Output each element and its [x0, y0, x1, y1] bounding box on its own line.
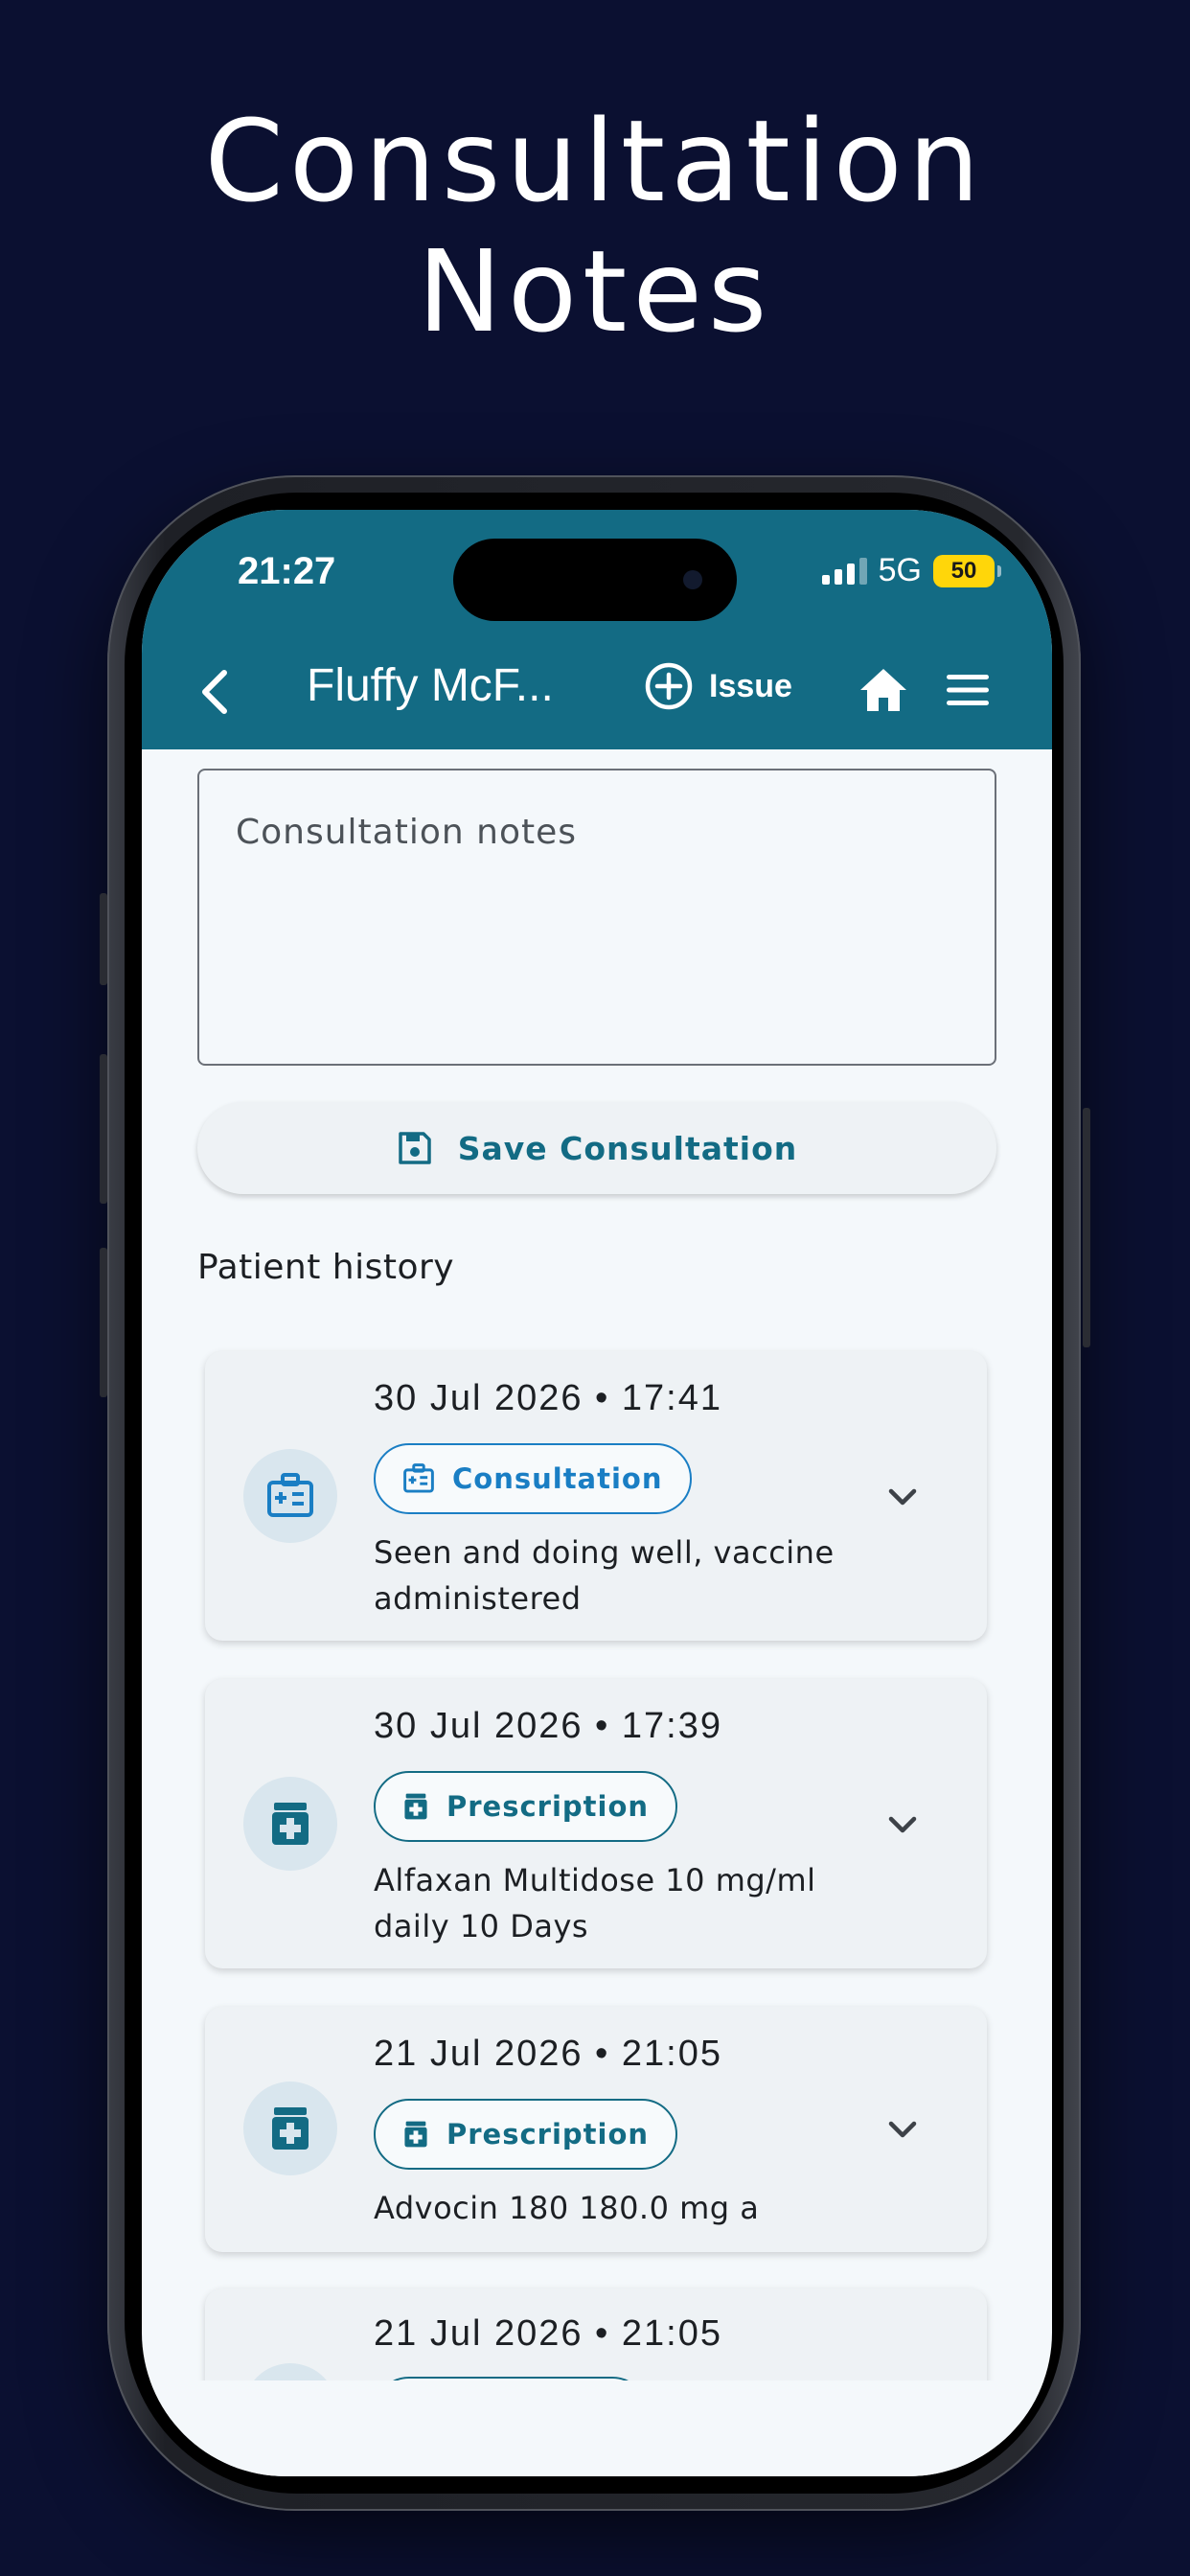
chevron-down-icon[interactable]: [883, 1478, 922, 1516]
history-date: 30 Jul 2026 • 17:41: [374, 1378, 723, 1418]
consultation-chip: Consultation: [374, 1443, 692, 1514]
chevron-left-icon: [202, 670, 227, 714]
battery-icon: 50: [933, 554, 1001, 587]
consultation-notes-field[interactable]: Consultation notes: [197, 769, 996, 1066]
history-summary: Seen and doing well, vaccine administere…: [374, 1534, 835, 1617]
prescription-chip: Prescription: [374, 1771, 678, 1842]
chip-label: Consultation: [452, 1462, 663, 1495]
home-icon: [860, 669, 906, 711]
prescription-chip: Prescription: [374, 2099, 678, 2170]
issue-label: Issue: [709, 667, 792, 704]
screen-bottom-area: [142, 2380, 1052, 2476]
chip-label: Prescription: [446, 2118, 650, 2150]
prescription-icon: [404, 2121, 427, 2148]
history-date: 30 Jul 2026 • 17:39: [374, 1706, 723, 1746]
history-date: 21 Jul 2026 • 21:05: [374, 2313, 723, 2354]
phone-power-button: [1083, 1108, 1090, 1347]
add-issue-button[interactable]: Issue: [644, 661, 792, 711]
save-consultation-label: Save Consultation: [457, 1129, 798, 1167]
history-card[interactable]: 21 Jul 2026 • 21:05 Prescription Advocin…: [205, 2007, 987, 2252]
save-icon: [398, 1132, 431, 1164]
status-indicators: 5G 50: [821, 552, 1001, 589]
consultation-icon: [243, 1449, 337, 1543]
home-button[interactable]: [857, 663, 910, 717]
marketing-headline: Consultation Notes: [0, 96, 1190, 356]
dynamic-island: [453, 539, 737, 621]
patient-name-title: Fluffy McF...: [307, 660, 554, 711]
menu-icon: [947, 675, 989, 705]
phone-volume-up: [100, 1054, 107, 1204]
chevron-down-icon[interactable]: [883, 1806, 922, 1844]
top-bar: 21:27 5G 50 Fluffy McF... Issue: [142, 510, 1052, 749]
chevron-down-icon[interactable]: [883, 2110, 922, 2149]
prescription-icon: [243, 1777, 337, 1871]
history-card[interactable]: 30 Jul 2026 • 17:39 Prescription Alfaxan…: [205, 1679, 987, 1968]
patient-history-title: Patient history: [197, 1248, 455, 1287]
headline-line-2: Notes: [417, 225, 773, 357]
headline-line-1: Consultation: [204, 95, 986, 227]
consultation-content[interactable]: Consultation notes Save Consultation Pat…: [142, 749, 1052, 2380]
network-label: 5G: [878, 552, 922, 588]
menu-button[interactable]: [945, 667, 991, 713]
history-summary: Alfaxan Multidose 10 mg/ml daily 10 Days: [374, 1862, 816, 1944]
history-date: 21 Jul 2026 • 21:05: [374, 2034, 723, 2074]
prescription-icon: [404, 1793, 427, 1820]
history-card[interactable]: 30 Jul 2026 • 17:41 Consultation Seen an…: [205, 1351, 987, 1641]
history-card[interactable]: 21 Jul 2026 • 21:05: [205, 2288, 987, 2380]
prescription-icon: [243, 2082, 337, 2175]
phone-mute-switch: [100, 893, 107, 985]
notes-placeholder: Consultation notes: [236, 813, 577, 852]
history-summary: Advocin 180 180.0 mg a: [374, 2190, 760, 2226]
chip-label: Prescription: [446, 1790, 650, 1823]
prescription-icon: [243, 2363, 337, 2380]
phone-screen: 21:27 5G 50 Fluffy McF... Issue Consulta…: [142, 510, 1052, 2476]
app-bar: Fluffy McF... Issue: [142, 634, 1052, 749]
phone-volume-down: [100, 1248, 107, 1397]
back-button[interactable]: [190, 663, 243, 721]
battery-level: 50: [950, 557, 977, 584]
status-time: 21:27: [238, 550, 336, 592]
save-consultation-button[interactable]: Save Consultation: [197, 1102, 996, 1194]
plus-circle-icon: [645, 662, 693, 710]
signal-icon: [821, 557, 867, 585]
consultation-icon: [403, 1463, 434, 1493]
